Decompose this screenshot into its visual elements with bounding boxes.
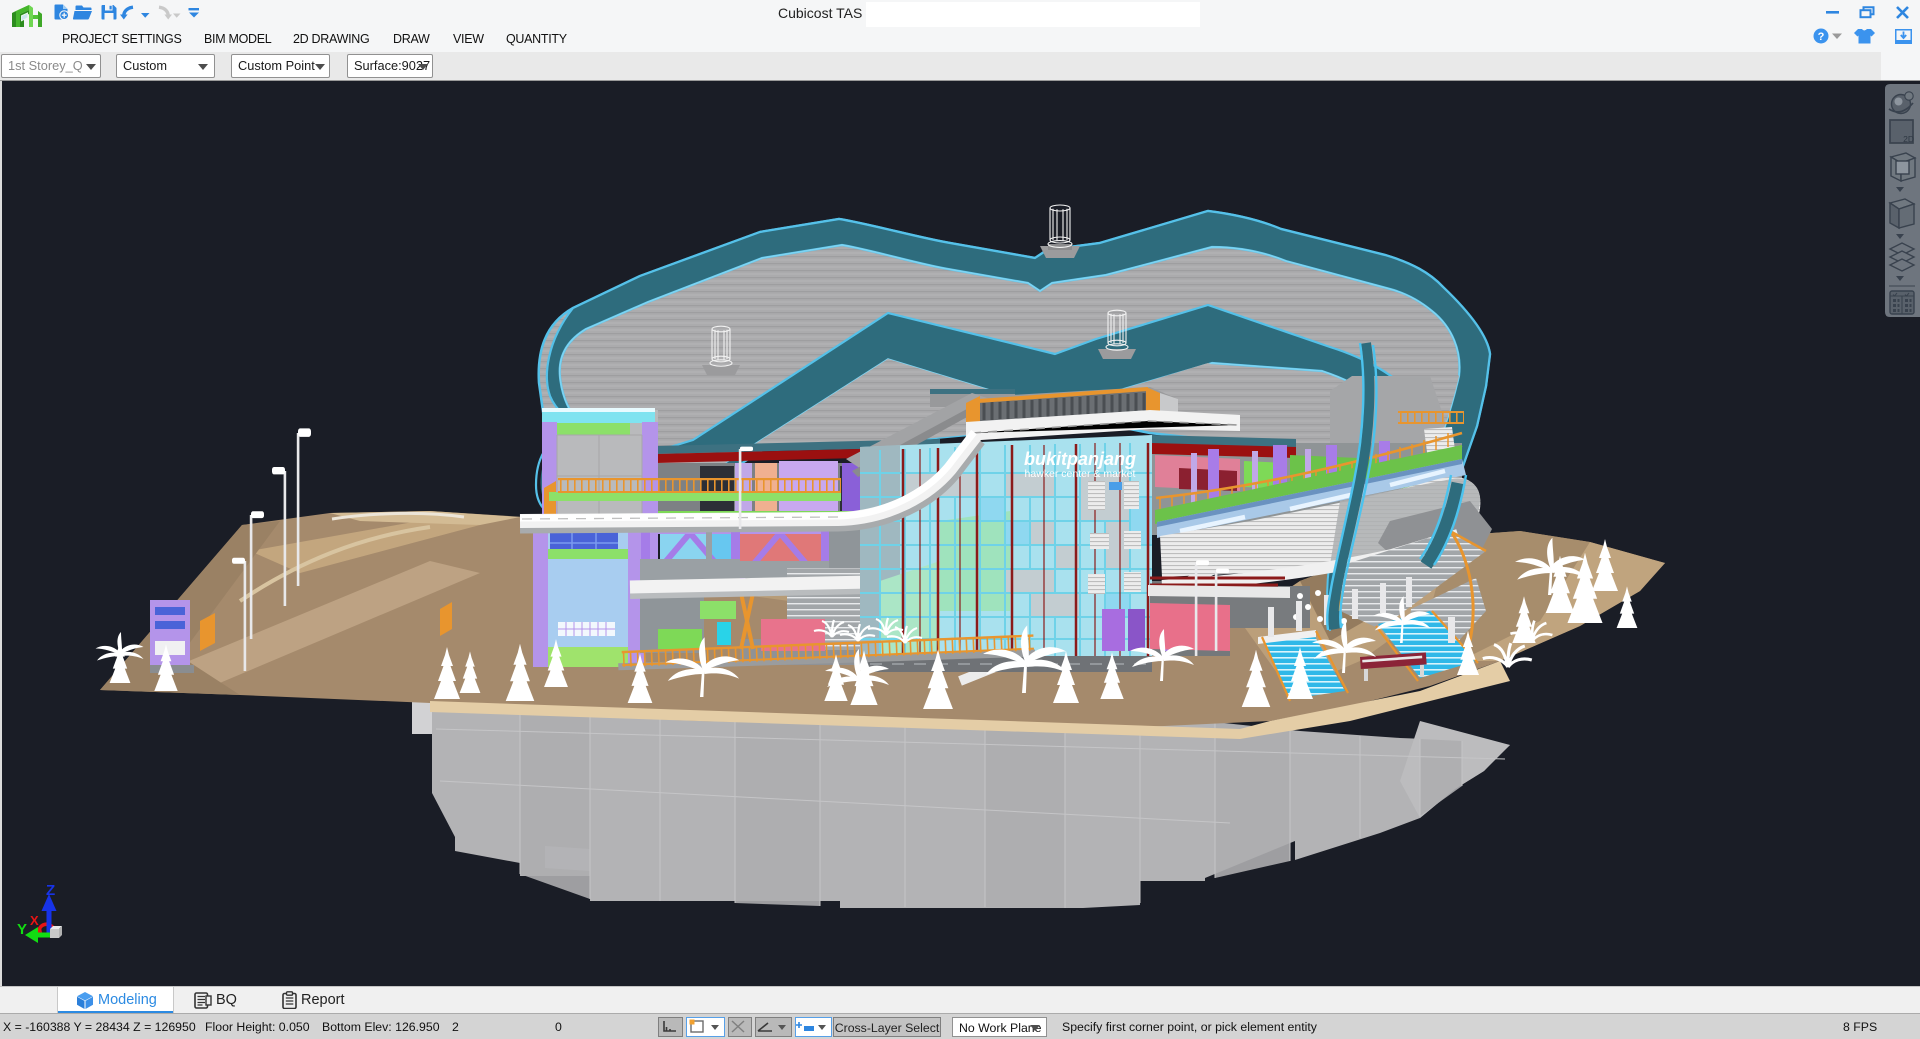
svg-text:Z: Z bbox=[46, 882, 55, 899]
svg-text:?: ? bbox=[1818, 31, 1825, 43]
svg-text:2D: 2D bbox=[1903, 134, 1914, 144]
svg-text:Y: Y bbox=[17, 921, 27, 938]
svg-text:X: X bbox=[30, 913, 39, 928]
svg-text:bukitpanjang: bukitpanjang bbox=[1024, 449, 1136, 469]
svg-text:hawker center & market: hawker center & market bbox=[1025, 468, 1136, 480]
